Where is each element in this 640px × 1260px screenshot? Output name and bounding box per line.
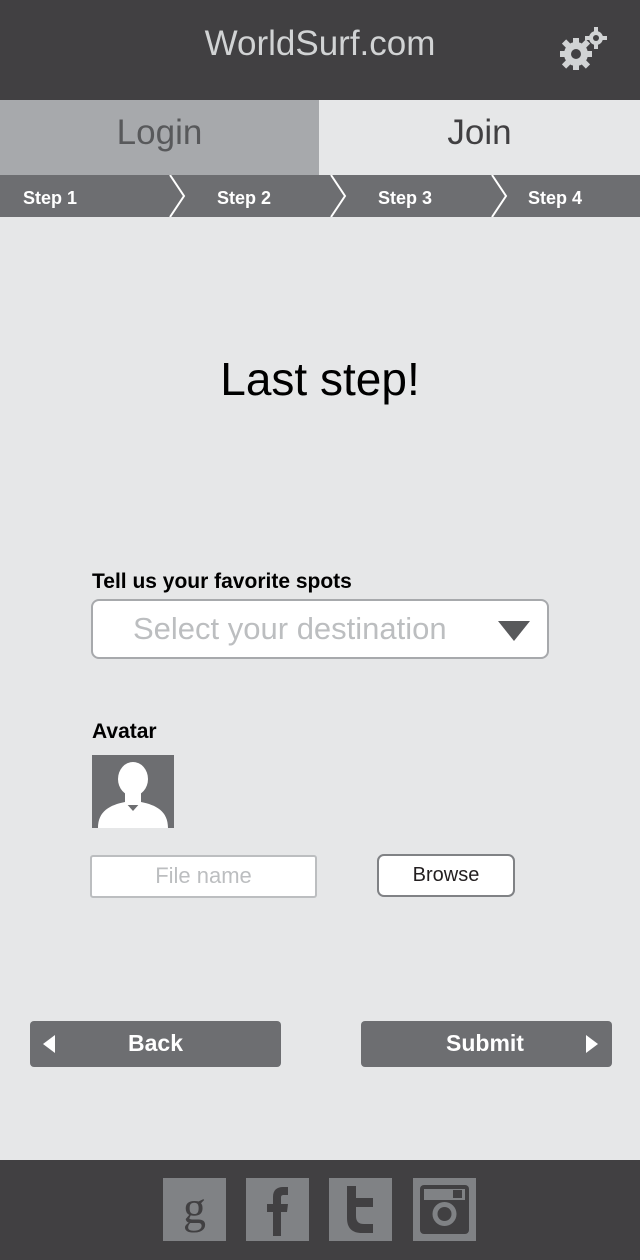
submit-button[interactable]: Submit xyxy=(361,1021,612,1067)
app-header: WorldSurf.com xyxy=(0,0,640,100)
tab-login[interactable]: Login xyxy=(0,100,319,175)
chevron-right-icon xyxy=(491,175,508,217)
user-silhouette-icon xyxy=(98,762,168,828)
submit-button-label: Submit xyxy=(446,1030,524,1056)
site-title: WorldSurf.com xyxy=(204,24,436,63)
back-button[interactable]: Back xyxy=(30,1021,281,1067)
caret-down-icon[interactable] xyxy=(498,621,530,641)
back-button-label: Back xyxy=(128,1030,183,1056)
chevron-right-icon xyxy=(169,175,186,217)
file-name-input[interactable]: File name xyxy=(90,855,317,898)
footer: g xyxy=(0,1160,640,1260)
auth-tabs: Login Join xyxy=(0,100,640,175)
step-4: Step 4 xyxy=(528,188,583,208)
gear-icon[interactable] xyxy=(556,26,610,76)
svg-text:g: g xyxy=(183,1182,206,1233)
twitter-icon[interactable] xyxy=(329,1178,392,1241)
step-1: Step 1 xyxy=(23,188,78,208)
instagram-icon[interactable] xyxy=(413,1178,476,1241)
browse-button[interactable]: Browse xyxy=(377,854,515,897)
google-icon[interactable]: g xyxy=(163,1178,226,1241)
arrow-right-icon xyxy=(586,1035,598,1053)
tab-join[interactable]: Join xyxy=(319,100,640,175)
avatar xyxy=(92,755,174,828)
destination-select[interactable]: Select your destination xyxy=(91,599,549,659)
facebook-icon[interactable] xyxy=(246,1178,309,1241)
step-2: Step 2 xyxy=(217,188,272,208)
steps-bar: Step 1 Step 2 Step 3 Step 4 xyxy=(0,175,640,217)
avatar-label: Avatar xyxy=(92,720,157,743)
step-3: Step 3 xyxy=(378,188,433,208)
chevron-right-icon xyxy=(330,175,347,217)
page-title: Last step! xyxy=(220,353,420,405)
arrow-left-icon xyxy=(43,1035,55,1053)
spots-label: Tell us your favorite spots xyxy=(92,570,352,593)
destination-select-value: Select your destination xyxy=(133,611,447,646)
